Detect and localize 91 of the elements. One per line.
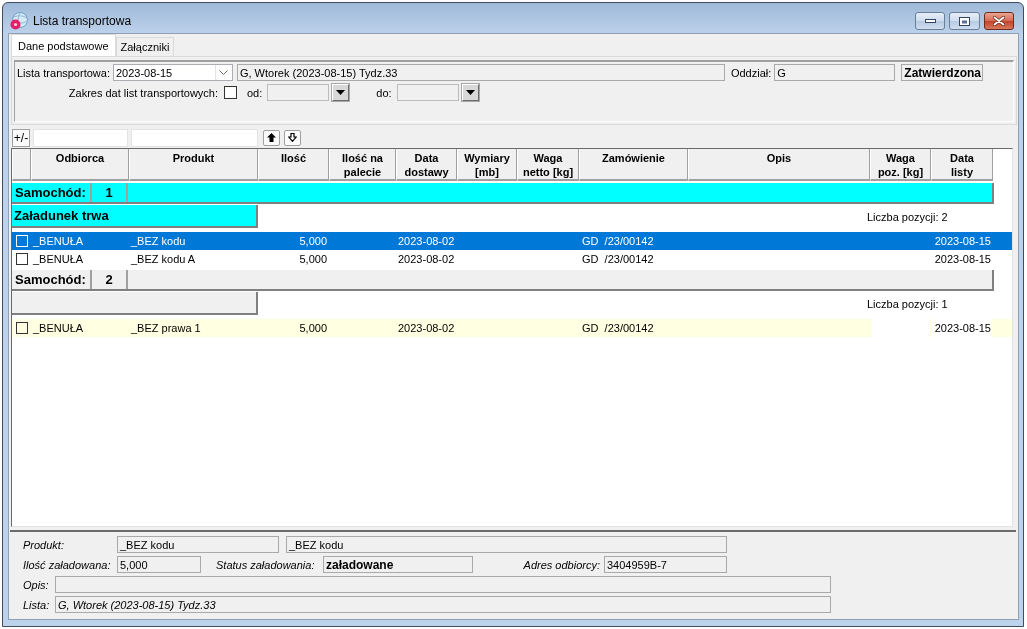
- text-field[interactable]: [55, 576, 831, 593]
- item-count: Liczba pozycji: 2: [867, 210, 948, 223]
- table-cell-text: 5,000: [298, 321, 328, 336]
- text-field[interactable]: załadowane: [323, 556, 473, 573]
- window-title: Lista transportowa: [33, 14, 132, 28]
- table-cell-text: _BENUŁA: [32, 321, 85, 336]
- group-header-bar[interactable]: Samochód: 1: [12, 183, 994, 204]
- table-cell-text: 2023-08-02: [397, 252, 456, 267]
- table-cell-text: 5,000: [298, 252, 328, 267]
- maximize-icon: [959, 16, 970, 26]
- group-label: Samochód:: [12, 183, 92, 202]
- expand-collapse-button[interactable]: +/-: [12, 128, 30, 147]
- column-header[interactable]: Produkt: [129, 149, 258, 181]
- table-cell-text: GD /23/00142: [581, 234, 655, 249]
- checkbox[interactable]: [16, 322, 28, 334]
- checkbox[interactable]: [16, 253, 28, 265]
- table-cell: 2023-08-15: [932, 319, 991, 337]
- table-cell-text: _BEZ kodu: [130, 234, 187, 249]
- column-header[interactable]: Waga netto [kg]: [517, 149, 579, 181]
- tab[interactable]: Załączniki: [115, 37, 175, 56]
- column-header[interactable]: Data dostawy: [396, 149, 457, 181]
- field-label: Opis:: [23, 578, 50, 591]
- group-number: 2: [92, 270, 128, 289]
- arrow-down-icon: [288, 133, 297, 142]
- field-label: Status załadowania:: [216, 558, 316, 571]
- table-cell-text: GD /23/00142: [581, 321, 655, 336]
- column-header[interactable]: Zamówienie: [579, 149, 688, 181]
- checkbox[interactable]: [224, 86, 237, 99]
- date-field[interactable]: [267, 84, 330, 101]
- field-label: Lista:: [23, 598, 51, 611]
- filter-field[interactable]: [33, 128, 128, 147]
- minimize-button[interactable]: [915, 12, 945, 30]
- group-label: Samochód:: [12, 270, 92, 289]
- table-row[interactable]: _BENUŁA _BEZ kodu 5,000 2023-08-02 GD /23/00142 2023-08-15: [12, 232, 1012, 250]
- table-cell-text: 2023-08-02: [397, 321, 456, 336]
- field-label: od:: [247, 86, 263, 99]
- move-down-button[interactable]: [284, 129, 301, 146]
- triangle-down-icon: [336, 90, 346, 95]
- arrow-up-icon: [267, 133, 276, 142]
- column-header[interactable]: Ilość: [258, 149, 329, 181]
- close-icon: [993, 16, 1005, 26]
- globe-icon: [10, 12, 28, 30]
- column-header[interactable]: Wymiary [mb]: [457, 149, 517, 181]
- column-header[interactable]: Odbiorca: [31, 149, 129, 181]
- date-combo[interactable]: 2023-08-15: [112, 64, 233, 81]
- chevron-down-icon: [219, 70, 229, 75]
- text-field[interactable]: _BEZ kodu: [286, 536, 727, 553]
- field-label: Produkt:: [23, 538, 65, 551]
- maximize-button[interactable]: [949, 12, 980, 30]
- table-cell-text: _BENUŁA: [32, 234, 85, 249]
- column-header[interactable]: Data listy: [931, 149, 993, 181]
- field-label: Lista transportowa:: [17, 66, 110, 79]
- column-header[interactable]: Opis: [688, 149, 870, 181]
- group-header-bar[interactable]: Samochód: 2: [12, 270, 994, 291]
- field-label: Oddział:: [730, 66, 772, 79]
- triangle-down-icon: [465, 90, 475, 95]
- date-field[interactable]: [396, 84, 459, 101]
- text-field[interactable]: 3404959B-7: [604, 556, 727, 573]
- field-label: Zakres dat list transportowych:: [67, 86, 218, 99]
- close-button[interactable]: [984, 12, 1014, 30]
- field-label: do:: [376, 86, 392, 99]
- dropdown-button[interactable]: [461, 84, 479, 101]
- table-row[interactable]: _BENUŁA _BEZ prawa 1 5,000 2023-08-02 GD /23/00142 2023-08-15: [12, 319, 1012, 337]
- table-cell-text: 2023-08-02: [397, 234, 456, 249]
- status-field: Zatwierdzona: [901, 64, 984, 81]
- tab[interactable]: Dane podstawowe: [11, 34, 116, 56]
- column-header: [12, 149, 31, 181]
- table-cell-text: 5,000: [298, 234, 328, 249]
- table-cell-text: GD /23/00142: [581, 252, 655, 267]
- table-cell-text: 2023-08-15: [933, 234, 992, 249]
- dropdown-button[interactable]: [332, 84, 350, 101]
- text-field[interactable]: G: [774, 64, 896, 81]
- text-field[interactable]: G, Wtorek (2023-08-15) Tydz.33: [236, 64, 725, 81]
- table-row[interactable]: _BENUŁA _BEZ kodu A 5,000 2023-08-02 GD /23/00142 2023-08-15: [12, 250, 1012, 268]
- field-label: Ilość załadowana:: [23, 558, 112, 571]
- minimize-icon: [924, 19, 936, 23]
- text-field[interactable]: 5,000: [117, 556, 201, 573]
- column-header[interactable]: Waga poz. [kg]: [870, 149, 931, 181]
- item-count: Liczba pozycji: 1: [867, 297, 948, 310]
- status-banner: Załadunek trwa: [12, 205, 258, 228]
- table-cell-text: 2023-08-15: [933, 252, 992, 267]
- group-number: 1: [92, 183, 128, 202]
- text-field[interactable]: G, Wtorek (2023-08-15) Tydz.33: [55, 596, 831, 613]
- text-field[interactable]: _BEZ kodu: [117, 536, 279, 553]
- table-cell-text: _BEZ prawa 1: [130, 321, 202, 336]
- table-cell-text: _BEZ kodu A: [130, 252, 197, 267]
- move-up-button[interactable]: [263, 129, 280, 146]
- filter-field[interactable]: [131, 128, 258, 147]
- table-cell-text: _BENUŁA: [32, 252, 85, 267]
- column-header[interactable]: Ilość na palecie: [329, 149, 396, 181]
- field-label: Adres odbiorcy:: [522, 558, 601, 571]
